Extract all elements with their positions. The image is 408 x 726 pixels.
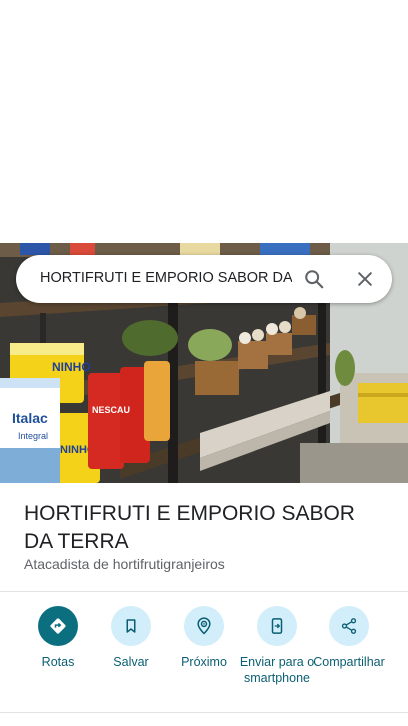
search-bar[interactable]: HORTIFRUTI E EMPORIO SABOR DA (16, 255, 392, 303)
share-icon (341, 618, 357, 634)
place-category[interactable]: Atacadista de hortifrutigranjeiros (24, 556, 225, 572)
close-icon (358, 272, 372, 286)
nearby-button[interactable]: Próximo (164, 606, 244, 670)
share-circle (329, 606, 369, 646)
save-circle (111, 606, 151, 646)
share-label: Compartilhar (313, 655, 385, 669)
directions-label: Rotas (41, 655, 75, 669)
nearby-label: Próximo (181, 655, 227, 669)
ninho-label-top: NINHO (52, 360, 91, 374)
directions-circle (38, 606, 78, 646)
nearby-circle (184, 606, 224, 646)
map-blank-area (0, 0, 408, 243)
share-button[interactable]: Compartilhar (310, 606, 388, 670)
save-label: Salvar (113, 655, 149, 669)
search-input[interactable]: HORTIFRUTI E EMPORIO SABOR DA (40, 270, 292, 286)
send-to-phone-label: Enviar para o smartphone (239, 655, 315, 685)
divider (0, 591, 408, 592)
nearby-icon (197, 617, 211, 635)
bottom-divider (0, 712, 408, 713)
directions-button[interactable]: Rotas (18, 606, 98, 670)
italac-sub-label: Integral (18, 431, 48, 441)
nescau-label: NESCAU (92, 405, 130, 415)
bookmark-icon (126, 619, 136, 633)
clear-search-button[interactable] (349, 263, 381, 295)
save-button[interactable]: Salvar (91, 606, 171, 670)
directions-icon (50, 618, 66, 634)
search-icon (305, 270, 324, 289)
place-title: HORTIFRUTI E EMPORIO SABOR DA TERRA (24, 502, 355, 553)
send-to-phone-icon (271, 618, 283, 634)
send-to-phone-circle (257, 606, 297, 646)
search-button[interactable] (298, 263, 330, 295)
italac-label: Italac (12, 410, 48, 426)
send-to-phone-button[interactable]: Enviar para o smartphone (237, 606, 317, 686)
